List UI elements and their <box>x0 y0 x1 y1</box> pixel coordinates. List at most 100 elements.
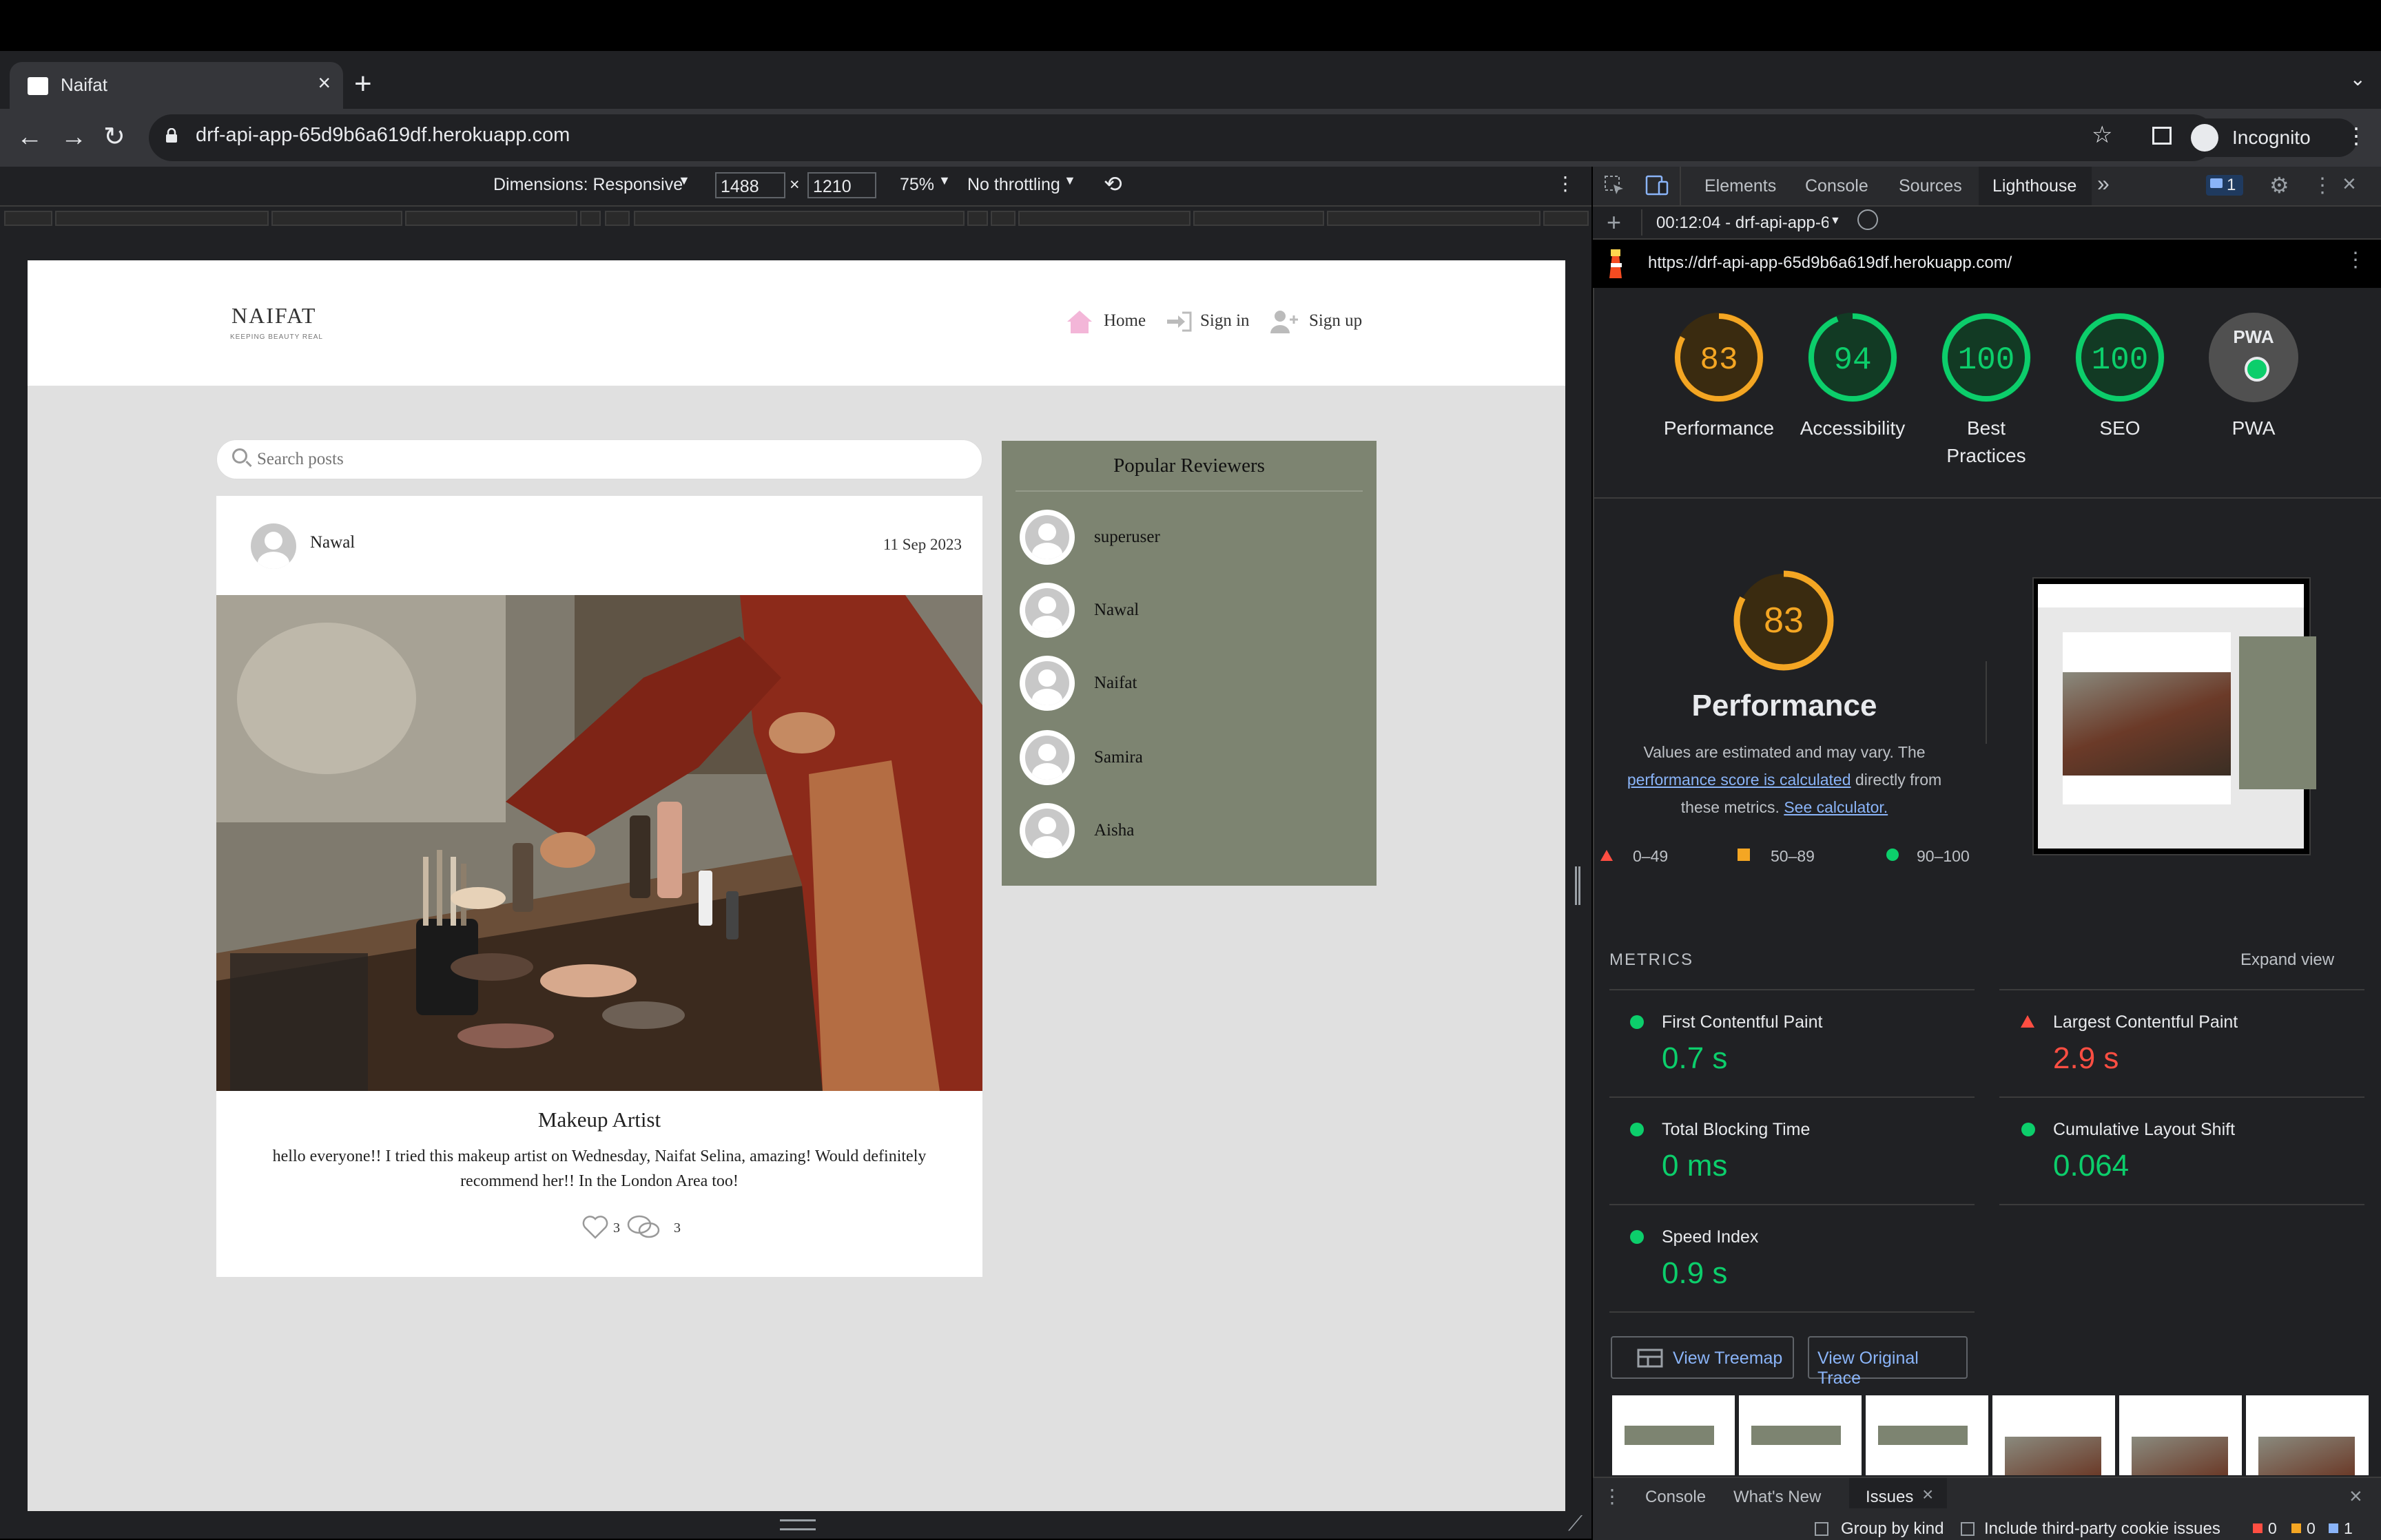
throttling-dropdown[interactable]: No throttling <box>967 175 1060 195</box>
height-input[interactable]: 1210 <box>807 172 876 198</box>
performance-description: Values are estimated and may vary. The p… <box>1612 738 1957 821</box>
width-input[interactable]: 1488 <box>715 172 785 198</box>
sign-in-icon[interactable] <box>1164 309 1193 335</box>
filmstrip-frame[interactable] <box>2119 1395 2242 1475</box>
reload-icon[interactable]: ↻ <box>103 121 125 153</box>
nav-home-link[interactable]: Home <box>1104 311 1146 331</box>
performance-big-score: 83 <box>1764 601 1804 641</box>
group-by-kind-checkbox[interactable] <box>1815 1522 1828 1536</box>
viewport-bottom-bar: ⟋ <box>28 1511 1583 1539</box>
see-calculator-link[interactable]: See calculator. <box>1784 798 1888 816</box>
tab-close-icon[interactable]: × <box>318 70 331 96</box>
filmstrip-frame[interactable] <box>1612 1395 1735 1475</box>
filmstrip-frame[interactable] <box>1866 1395 1988 1475</box>
zoom-dropdown[interactable]: 75% <box>900 175 934 195</box>
drawer-menu-icon[interactable]: ⋮ <box>1602 1485 1622 1508</box>
url-text[interactable]: drf-api-app-65d9b6a619df.herokuapp.com <box>196 124 570 147</box>
drawer-tab-close-icon[interactable]: × <box>1922 1484 1933 1506</box>
clear-reports-icon[interactable] <box>1857 209 1878 230</box>
filmstrip-frame[interactable] <box>2246 1395 2369 1475</box>
incognito-profile-button[interactable]: Incognito <box>2185 118 2358 157</box>
more-tabs-icon[interactable]: » <box>2097 171 2110 196</box>
home-icon[interactable] <box>1065 309 1094 335</box>
expand-view-link[interactable]: Expand view <box>2240 950 2334 970</box>
post-author-avatar[interactable] <box>251 523 296 569</box>
media-query-bar[interactable] <box>0 207 1591 230</box>
viewport-corner-resize-icon[interactable]: ⟋ <box>1568 1512 1583 1536</box>
reviewer-item[interactable]: Nawal <box>1020 583 1364 638</box>
drawer-tab-whats-new[interactable]: What's New <box>1733 1488 1821 1507</box>
third-party-label: Include third-party cookie issues <box>1984 1519 2220 1538</box>
tab-elements[interactable]: Elements <box>1704 176 1776 196</box>
bookmark-star-icon[interactable]: ☆ <box>2092 121 2112 149</box>
browser-menu-icon[interactable]: ⋮ <box>2345 123 2367 149</box>
tab-lighthouse[interactable]: Lighthouse <box>1992 176 2076 196</box>
post-image[interactable] <box>216 595 982 1091</box>
device-toggle-icon[interactable] <box>1645 175 1669 196</box>
performance-score-link[interactable]: performance score is calculated <box>1627 771 1851 789</box>
reviewer-item[interactable]: superuser <box>1020 510 1364 565</box>
report-selector[interactable]: 00:12:04 - drf-api-app-65d9b6 <box>1656 214 1828 233</box>
report-url[interactable]: https://drf-api-app-65d9b6a619df.herokua… <box>1648 253 2012 273</box>
device-more-icon[interactable]: ⋮ <box>1556 172 1575 195</box>
fcp-status-icon <box>1630 1015 1644 1029</box>
heart-icon[interactable] <box>581 1215 609 1240</box>
nav-signin-link[interactable]: Sign in <box>1200 311 1250 331</box>
dimensions-caret-icon[interactable]: ▼ <box>678 174 690 188</box>
legend-pass-label: 90–100 <box>1917 847 1970 865</box>
nav-signup-link[interactable]: Sign up <box>1309 311 1362 331</box>
forward-arrow-icon[interactable]: → <box>61 121 87 153</box>
side-panel-icon[interactable] <box>2152 127 2172 145</box>
settings-gear-icon[interactable]: ⚙ <box>2269 172 2289 198</box>
viewport-resize-handle-right[interactable] <box>1575 866 1580 905</box>
devtools-close-icon[interactable]: × <box>2342 171 2356 198</box>
error-count: 0 <box>2268 1519 2277 1537</box>
site-logo[interactable]: NAIFAT <box>231 303 316 329</box>
drawer-tab-console[interactable]: Console <box>1645 1488 1706 1507</box>
report-menu-icon[interactable]: ⋮ <box>2345 248 2366 272</box>
devtools-more-icon[interactable]: ⋮ <box>2312 174 2333 198</box>
comments-icon[interactable] <box>626 1212 661 1242</box>
reviewer-item[interactable]: Samira <box>1020 730 1364 785</box>
desc-text-post: these metrics. <box>1680 798 1780 816</box>
viewport-resize-handle-bottom[interactable] <box>780 1519 816 1530</box>
comments-count: 3 <box>674 1220 681 1236</box>
warning-count-icon <box>2291 1523 2301 1533</box>
new-report-plus-icon[interactable]: + <box>1607 208 1621 237</box>
back-arrow-icon[interactable]: ← <box>17 121 43 153</box>
post-author-name[interactable]: Nawal <box>310 533 355 552</box>
filmstrip-frame[interactable] <box>1992 1395 2115 1475</box>
zoom-caret-icon[interactable]: ▼ <box>938 174 951 188</box>
tab-sources[interactable]: Sources <box>1899 176 1962 196</box>
inspect-element-icon[interactable] <box>1604 175 1625 196</box>
drawer-tab-issues[interactable]: Issues <box>1866 1488 1913 1507</box>
site-navbar: NAIFAT KEEPING BEAUTY REAL Home Sign in … <box>28 260 1565 386</box>
third-party-checkbox[interactable] <box>1961 1522 1975 1536</box>
tab-console[interactable]: Console <box>1805 176 1868 196</box>
report-caret-icon[interactable]: ▼ <box>1830 215 1841 227</box>
search-input[interactable]: Search posts <box>216 439 982 479</box>
filmstrip-frame[interactable] <box>1739 1395 1862 1475</box>
view-treemap-label: View Treemap <box>1673 1349 1783 1368</box>
rotate-icon[interactable]: ⟲ <box>1104 171 1122 197</box>
dimensions-dropdown[interactable]: Dimensions: Responsive <box>493 175 683 195</box>
group-by-kind-label: Group by kind <box>1841 1519 1944 1538</box>
view-treemap-button[interactable]: View Treemap <box>1611 1336 1794 1379</box>
reviewer-item[interactable]: Naifat <box>1020 656 1364 711</box>
tab-search-chevron-icon[interactable]: ⌄ <box>2350 67 2366 90</box>
lock-icon[interactable] <box>165 128 178 143</box>
page-viewport: NAIFAT KEEPING BEAUTY REAL Home Sign in … <box>28 260 1565 1511</box>
view-original-trace-button[interactable]: View Original Trace <box>1808 1336 1968 1388</box>
sign-up-icon[interactable] <box>1269 309 1298 335</box>
new-tab-button[interactable]: + <box>354 63 372 105</box>
legend-average-icon <box>1738 849 1750 861</box>
browser-tab[interactable]: Naifat × <box>10 62 343 109</box>
search-icon <box>232 448 247 464</box>
post-date: 11 Sep 2023 <box>883 536 962 553</box>
reviewer-item[interactable]: Aisha <box>1020 803 1364 858</box>
issues-badge[interactable]: 1 <box>2206 175 2243 196</box>
throttling-caret-icon[interactable]: ▼ <box>1064 174 1076 188</box>
drawer-close-icon[interactable]: × <box>2349 1484 2362 1509</box>
label-pwa: PWA <box>2231 417 2276 439</box>
final-screenshot[interactable] <box>2032 577 2316 855</box>
